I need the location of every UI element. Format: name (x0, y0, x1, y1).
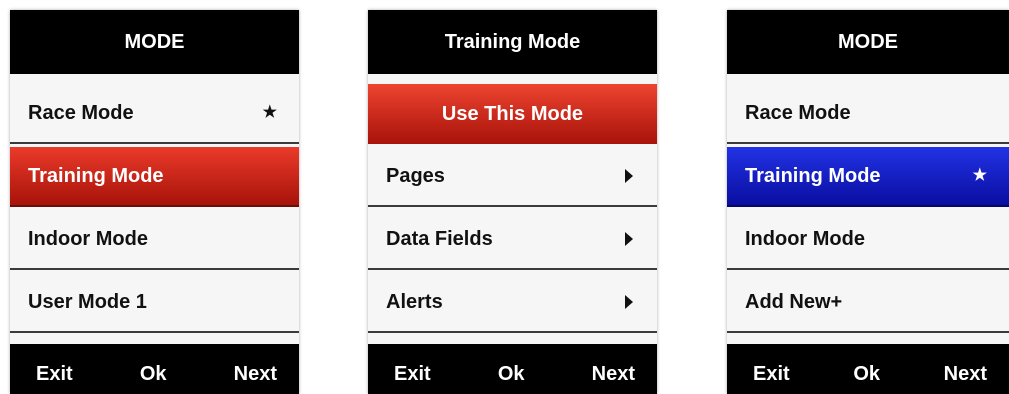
chevron-right-icon (625, 295, 633, 309)
menu-item-indoor-mode[interactable]: Indoor Mode (10, 210, 299, 270)
mode-screen-2: MODE Race Mode Training Mode ★ Indoor Mo… (727, 10, 1009, 394)
training-mode-screen: Training Mode Use This Mode Pages Data F… (368, 10, 657, 394)
chevron-right-icon (625, 232, 633, 246)
use-this-mode-button[interactable]: Use This Mode (368, 84, 657, 144)
menu-item-race-mode[interactable]: Race Mode (727, 84, 1009, 144)
star-icon: ★ (972, 167, 987, 184)
ok-button[interactable]: Ok (140, 363, 167, 386)
ok-button[interactable]: Ok (498, 363, 525, 386)
softkey-bar: Exit Ok Next (368, 344, 657, 394)
next-button[interactable]: Next (592, 363, 635, 386)
menu-item-training-mode[interactable]: Training Mode ★ (727, 147, 1009, 207)
menu-item-data-fields[interactable]: Data Fields (368, 210, 657, 270)
use-this-mode-label: Use This Mode (441, 102, 584, 125)
menu-item-label: Pages (386, 164, 445, 187)
menu-item-label: Training Mode (745, 164, 881, 187)
menu-item-label: Add New+ (745, 290, 843, 313)
next-button[interactable]: Next (944, 363, 987, 386)
menu-item-race-mode[interactable]: Race Mode ★ (10, 84, 299, 144)
menu-item-add-new[interactable]: Add New+ (727, 273, 1009, 333)
screen-title: Training Mode (368, 10, 657, 74)
exit-button[interactable]: Exit (753, 363, 790, 386)
exit-button[interactable]: Exit (36, 363, 73, 386)
ok-button[interactable]: Ok (853, 363, 880, 386)
screen-title: MODE (10, 10, 299, 74)
chevron-right-icon (625, 169, 633, 183)
menu-item-pages[interactable]: Pages (368, 147, 657, 207)
menu-item-label: Indoor Mode (745, 227, 865, 250)
menu-item-label: Race Mode (28, 101, 134, 124)
screen-title: MODE (727, 10, 1009, 74)
menu-item-label: User Mode 1 (28, 290, 147, 313)
next-button[interactable]: Next (234, 363, 277, 386)
menu-item-label: Race Mode (745, 101, 851, 124)
device-screens: MODE Race Mode ★ Training Mode Indoor Mo… (0, 0, 1009, 394)
star-icon: ★ (262, 104, 277, 121)
menu-item-alerts[interactable]: Alerts (368, 273, 657, 333)
menu-item-label: Data Fields (386, 227, 493, 250)
menu-item-label: Training Mode (28, 164, 164, 187)
menu-item-label: Indoor Mode (28, 227, 148, 250)
menu-item-user-mode-1[interactable]: User Mode 1 (10, 273, 299, 333)
menu-item-indoor-mode[interactable]: Indoor Mode (727, 210, 1009, 270)
softkey-bar: Exit Ok Next (10, 344, 299, 394)
menu-item-label: Alerts (386, 290, 443, 313)
menu-item-training-mode[interactable]: Training Mode (10, 147, 299, 207)
mode-screen-1: MODE Race Mode ★ Training Mode Indoor Mo… (10, 10, 299, 394)
softkey-bar: Exit Ok Next (727, 344, 1009, 394)
exit-button[interactable]: Exit (394, 363, 431, 386)
